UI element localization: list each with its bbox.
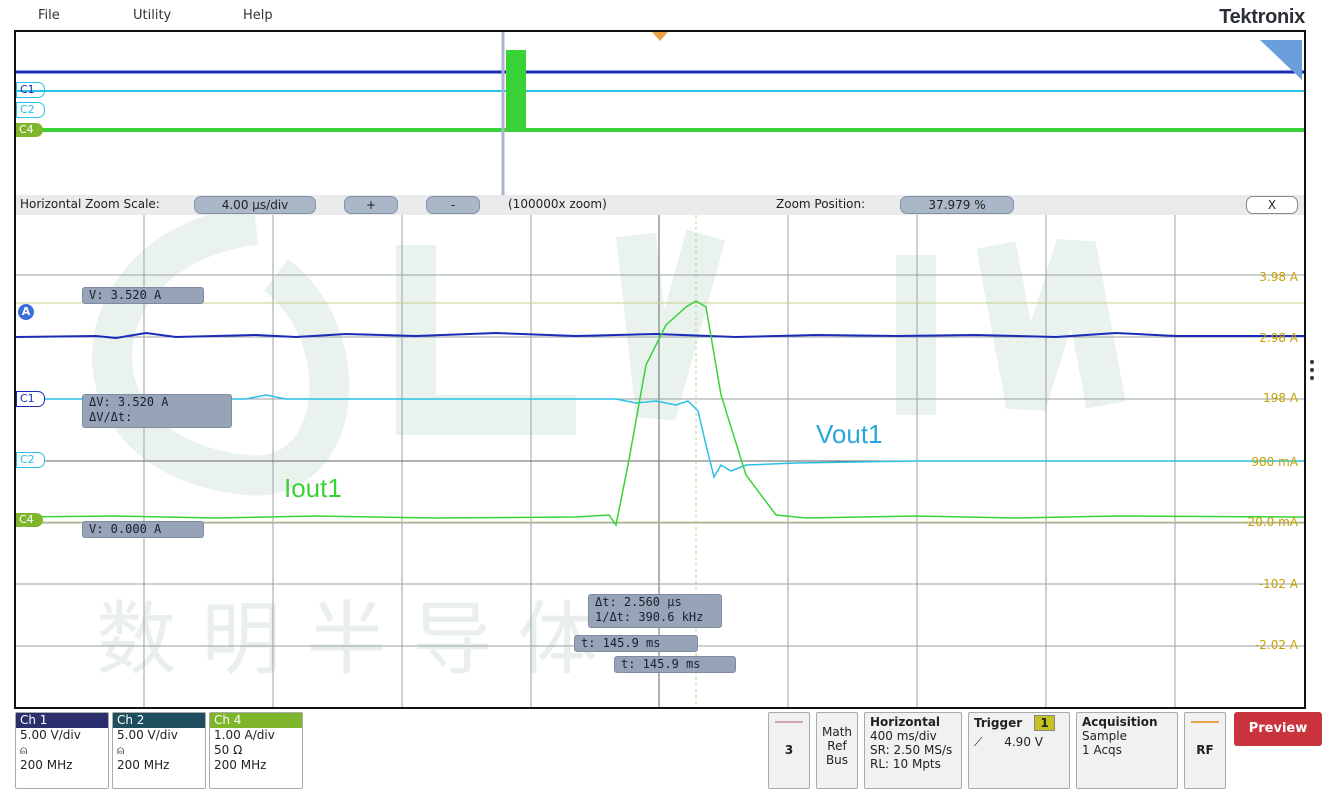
overview-tag-c4[interactable]: C4 — [16, 123, 43, 137]
ch2-scale: 5.00 V/div — [117, 728, 178, 742]
ch1-coupling-icon: ⍝ — [20, 743, 28, 757]
menu-file[interactable]: File — [38, 8, 60, 23]
vout1-label: Vout1 — [816, 419, 883, 449]
plot-tag-c4[interactable]: C4 — [16, 513, 43, 527]
scale-label-6: -102 A — [1258, 577, 1298, 591]
bus-label: Bus — [825, 753, 849, 767]
record-length: RL: 10 Mpts — [870, 757, 941, 771]
ch4-scale: 1.00 A/div — [214, 728, 275, 742]
ch4-badge[interactable]: Ch 4 1.00 A/div 50 Ω 200 MHz — [209, 712, 303, 789]
plot-tag-c2[interactable]: C2 — [16, 452, 45, 468]
ch2-bandwidth: 200 MHz — [117, 758, 170, 772]
scale-label-1: 3.98 A — [1259, 270, 1298, 284]
zoomed-waveform-plot[interactable]: 数 明 半 导 体 V: 3.520 A V: 0.000 A ΔV: 3.52… — [14, 215, 1306, 709]
ch2-badge[interactable]: Ch 2 5.00 V/div ⍝ 200 MHz — [112, 712, 206, 789]
ch4-bandwidth: 200 MHz — [214, 758, 267, 772]
trigger-level: 4.90 V — [1004, 735, 1043, 749]
ref-count: 3 — [784, 743, 794, 757]
scale-label-4: 980 mA — [1251, 455, 1298, 469]
more-options-icon[interactable] — [1310, 360, 1316, 380]
ch1-scale: 5.00 V/div — [20, 728, 81, 742]
overview-burst — [506, 50, 526, 132]
trigger-slope-icon: ⟋ — [974, 735, 983, 749]
plot-svg — [16, 215, 1304, 707]
overview-tag-c1[interactable]: C1 — [16, 82, 45, 98]
trigger-title: Trigger — [974, 716, 1023, 730]
t1-readout[interactable]: t: 145.9 ms — [574, 635, 698, 652]
acquisition-badge[interactable]: Acquisition Sample 1 Acqs — [1076, 712, 1178, 789]
delta-t-readout[interactable]: Δt: 2.560 µs 1/Δt: 390.6 kHz — [588, 594, 722, 628]
trigger-badge[interactable]: Trigger 1 ⟋ 4.90 V — [968, 712, 1070, 789]
ref-count-button[interactable]: 3 — [768, 712, 810, 789]
delta-v-value: ΔV: 3.520 A — [89, 395, 169, 409]
math-ref-bus-button[interactable]: Math Ref Bus — [816, 712, 858, 789]
menu-help[interactable]: Help — [243, 8, 273, 23]
overview-svg — [16, 32, 1304, 195]
zoom-scale-label: Horizontal Zoom Scale: — [20, 197, 160, 211]
trigger-position-marker — [652, 32, 668, 41]
preview-button[interactable]: Preview — [1234, 712, 1322, 746]
delta-v-readout[interactable]: ΔV: 3.520 A ΔV/Δt: — [82, 394, 232, 428]
zoom-out-button[interactable]: - — [426, 196, 480, 214]
zoom-bar: Horizontal Zoom Scale: 4.00 µs/div + - (… — [14, 195, 1306, 215]
rf-label: RF — [1196, 743, 1214, 757]
acquisition-count: 1 Acqs — [1082, 743, 1122, 757]
watermark-logo — [92, 215, 1126, 496]
cursor-b-readout[interactable]: V: 0.000 A — [82, 521, 204, 538]
menu-utility[interactable]: Utility — [133, 8, 171, 23]
zoom-factor: (100000x zoom) — [508, 197, 607, 211]
zoom-position-label: Zoom Position: — [776, 197, 866, 211]
overview-tag-c2[interactable]: C2 — [16, 102, 45, 118]
zoom-close-button[interactable]: X — [1246, 196, 1298, 214]
math-label: Math — [821, 725, 853, 739]
ref-a-badge[interactable]: A — [18, 304, 34, 320]
delta-t-value: Δt: 2.560 µs — [595, 595, 682, 609]
horizontal-title: Horizontal — [870, 715, 941, 729]
ref-label: Ref — [827, 739, 847, 753]
inv-delta-t-value: 1/Δt: 390.6 kHz — [595, 610, 704, 624]
zoom-position-field[interactable]: 37.979 % — [900, 196, 1014, 214]
overview-waveform-panel[interactable]: C1 C2 C4 — [14, 30, 1306, 197]
scale-label-7: -2.02 A — [1254, 638, 1298, 652]
scale-label-2: 2.98 A — [1259, 331, 1298, 345]
ch4-title: Ch 4 — [210, 713, 302, 728]
scale-label-5: -20.0 mA — [1243, 515, 1298, 529]
ch1-title: Ch 1 — [16, 713, 108, 728]
iout1-label: Iout1 — [284, 473, 342, 503]
zoom-scale-field[interactable]: 4.00 µs/div — [194, 196, 316, 214]
cursor-a-readout[interactable]: V: 3.520 A — [82, 287, 204, 304]
ch2-title: Ch 2 — [113, 713, 205, 728]
ch4-termination: 50 Ω — [214, 743, 243, 757]
horizontal-scale: 400 ms/div — [870, 729, 937, 743]
acquisition-mode: Sample — [1082, 729, 1127, 743]
scale-label-3: 198 A — [1263, 391, 1298, 405]
horizontal-badge[interactable]: Horizontal 400 ms/div SR: 2.50 MS/s RL: … — [864, 712, 962, 789]
sample-rate: SR: 2.50 MS/s — [870, 743, 953, 757]
acquisition-title: Acquisition — [1082, 715, 1158, 729]
corner-nav-icon — [1260, 40, 1302, 80]
ch1-bandwidth: 200 MHz — [20, 758, 73, 772]
brand-logo: Tektronix — [1219, 6, 1305, 28]
trigger-channel: 1 — [1034, 715, 1055, 731]
t2-readout[interactable]: t: 145.9 ms — [614, 656, 736, 673]
ch1-badge[interactable]: Ch 1 5.00 V/div ⍝ 200 MHz — [15, 712, 109, 789]
delta-v-dt-value: ΔV/Δt: — [89, 410, 133, 424]
ch2-coupling-icon: ⍝ — [117, 743, 125, 757]
zoom-in-button[interactable]: + — [344, 196, 398, 214]
rf-button[interactable]: RF — [1184, 712, 1226, 789]
plot-tag-c1[interactable]: C1 — [16, 391, 45, 407]
